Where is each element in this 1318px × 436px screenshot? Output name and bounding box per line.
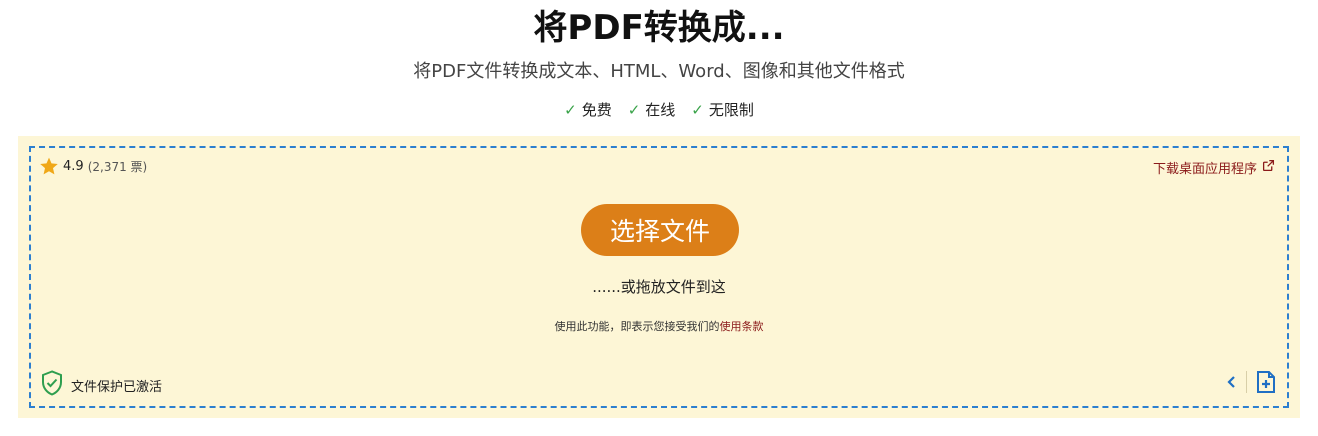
upload-panel: 4.9 (2,371 票) 下载桌面应用程序 选择文件 ......或拖放文件到… [18,136,1300,418]
page-title: 将PDF转换成... [533,8,785,48]
feature-label: 免费 [581,101,612,119]
star-icon [39,156,59,176]
choose-file-button[interactable]: 选择文件 [581,204,739,256]
check-icon: ✓ [627,101,641,119]
rating-votes: (2,371 票) [87,159,148,174]
drop-hint: ......或拖放文件到这 [592,278,726,296]
upload-tools [1226,370,1277,394]
drop-zone[interactable]: 4.9 (2,371 票) 下载桌面应用程序 选择文件 ......或拖放文件到… [29,146,1289,408]
check-icon: ✓ [564,101,577,119]
rating-value: 4.9 [63,158,84,174]
feature-item-online: ✓ 在线 [628,99,676,121]
download-desktop-app-link[interactable]: 下载桌面应用程序 [1153,158,1275,177]
add-file-icon[interactable] [1255,370,1277,394]
external-link-icon [1262,159,1275,176]
terms-of-use-link[interactable]: 使用条款 [720,320,764,333]
terms-notice: 使用此功能，即表示您接受我们的使用条款 [31,318,1287,334]
feature-item-unlimited: ✓ 无限制 [691,99,754,121]
rating: 4.9 (2,371 票) [39,156,147,176]
terms-prefix: 使用此功能，即表示您接受我们的 [554,320,720,333]
file-protection-status: 文件保护已激活 [41,370,162,400]
divider [1246,371,1247,393]
feature-label: 在线 [645,101,676,119]
file-protection-label: 文件保护已激活 [71,379,163,395]
feature-list: ✓ 免费 ✓ 在线 ✓ 无限制 [0,99,1318,121]
check-icon: ✓ [691,101,704,119]
page-subtitle: 将PDF文件转换成文本、HTML、Word、图像和其他文件格式 [413,61,905,82]
feature-label: 无限制 [708,101,754,119]
chevron-left-icon[interactable] [1226,374,1238,390]
shield-check-icon [41,370,63,400]
download-desktop-app-label: 下载桌面应用程序 [1152,162,1257,177]
feature-item-free: ✓ 免费 [564,99,612,121]
